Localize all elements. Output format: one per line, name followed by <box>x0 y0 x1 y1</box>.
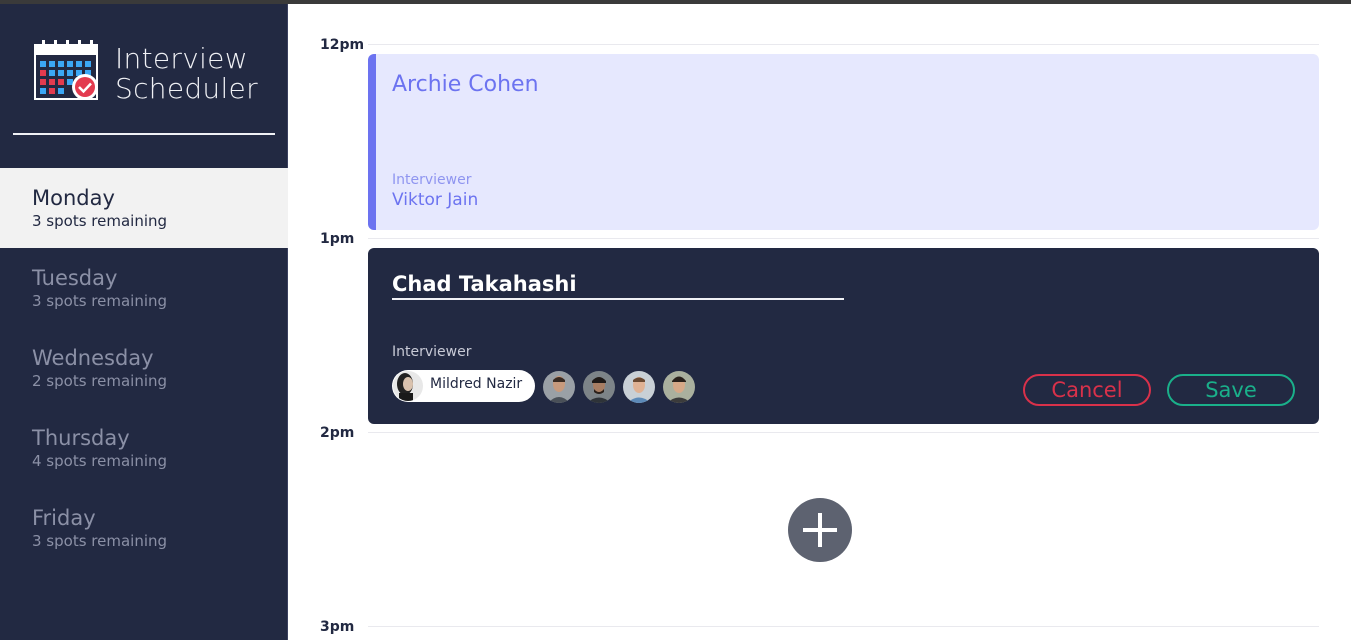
interviewer-avatar[interactable] <box>583 371 615 403</box>
student-name: Archie Cohen <box>392 72 539 97</box>
day-name: Thursday <box>32 426 130 450</box>
day-name: Friday <box>32 506 96 530</box>
time-label: 3pm <box>320 619 355 635</box>
schedule: 12pm Archie Cohen Interviewer Viktor Jai… <box>289 4 1351 640</box>
interviewer-label: Interviewer <box>392 344 472 360</box>
interviewer-label: Interviewer <box>392 172 472 188</box>
interviewer-selected-name: Mildred Nazir <box>430 376 523 392</box>
day-spots: 2 spots remaining <box>32 372 168 390</box>
slot-divider <box>368 44 1319 45</box>
cancel-button[interactable]: Cancel <box>1023 374 1151 406</box>
day-list: Monday 3 spots remaining Tuesday 3 spots… <box>0 168 288 568</box>
day-name: Monday <box>32 186 115 210</box>
interviewer-name: Viktor Jain <box>392 190 479 210</box>
add-appointment-button[interactable] <box>788 498 852 562</box>
day-name: Wednesday <box>32 346 154 370</box>
plus-icon <box>803 513 837 547</box>
sidebar-divider <box>13 133 275 135</box>
window-top-bar <box>0 0 1351 4</box>
time-label: 1pm <box>320 231 355 247</box>
calendar-check-icon <box>34 40 98 100</box>
day-item-monday[interactable]: Monday 3 spots remaining <box>0 168 288 248</box>
slot-divider <box>368 626 1319 627</box>
day-item-wednesday[interactable]: Wednesday 2 spots remaining <box>0 328 288 408</box>
day-item-tuesday[interactable]: Tuesday 3 spots remaining <box>0 248 288 328</box>
day-name: Tuesday <box>32 266 118 290</box>
appointment-booked[interactable]: Archie Cohen Interviewer Viktor Jain <box>368 54 1319 230</box>
interviewer-avatar[interactable] <box>543 371 575 403</box>
avatar <box>393 371 423 401</box>
app-title-line1: Interview <box>115 42 248 75</box>
time-label: 2pm <box>320 425 355 441</box>
interviewer-selected[interactable]: Mildred Nazir <box>392 370 535 402</box>
app-title: Interview Scheduler <box>115 44 258 104</box>
day-spots: 3 spots remaining <box>32 532 168 550</box>
interviewer-avatar[interactable] <box>663 371 695 403</box>
slot-divider <box>368 238 1319 239</box>
slot-divider <box>368 432 1319 433</box>
time-label: 12pm <box>320 37 365 53</box>
day-spots: 3 spots remaining <box>32 292 168 310</box>
day-item-friday[interactable]: Friday 3 spots remaining <box>0 488 288 568</box>
app-title-line2: Scheduler <box>115 72 258 105</box>
interviewer-avatar[interactable] <box>623 371 655 403</box>
day-spots: 3 spots remaining <box>32 212 168 230</box>
save-button[interactable]: Save <box>1167 374 1295 406</box>
student-name-input[interactable] <box>392 270 844 300</box>
app-brand: Interview Scheduler <box>34 40 284 104</box>
day-item-thursday[interactable]: Thursday 4 spots remaining <box>0 408 288 488</box>
appointment-form: Interviewer Mildred Nazir <box>368 248 1319 424</box>
sidebar: Interview Scheduler Monday 3 spots remai… <box>0 4 288 640</box>
day-spots: 4 spots remaining <box>32 452 168 470</box>
